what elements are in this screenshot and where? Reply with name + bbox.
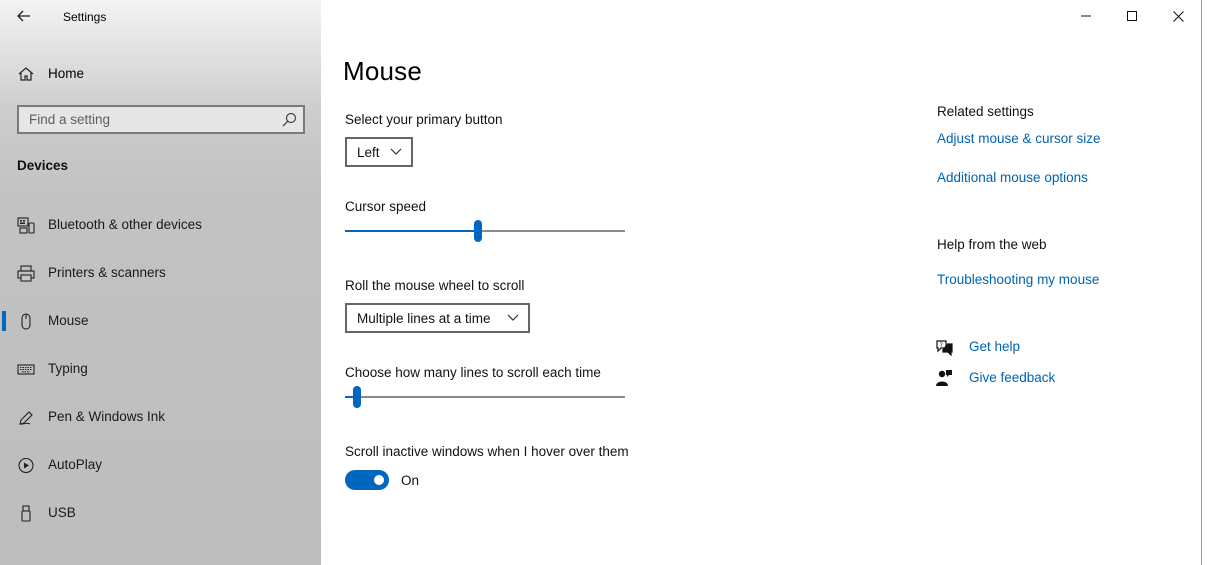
sidebar-item-label: Typing: [48, 361, 88, 376]
inactive-scroll-toggle[interactable]: [345, 470, 389, 490]
toggle-state-text: On: [401, 473, 420, 488]
usb-icon: [21, 505, 31, 522]
bluetooth-devices-icon: [17, 217, 35, 234]
main-content: Mouse Select your primary button Left Cu…: [321, 0, 1201, 565]
dropdown-value: Multiple lines at a time: [357, 310, 491, 326]
adjust-cursor-size-link[interactable]: Adjust mouse & cursor size: [937, 131, 1101, 146]
scroll-lines-slider[interactable]: [345, 385, 625, 409]
sidebar-item-label: Home: [48, 66, 85, 81]
search-icon[interactable]: [281, 112, 297, 128]
close-button[interactable]: [1155, 0, 1201, 32]
scroll-mode-dropdown[interactable]: Multiple lines at a time: [345, 303, 530, 333]
keyboard-icon: [17, 364, 35, 375]
related-settings-title: Related settings: [937, 104, 1034, 119]
give-feedback-row[interactable]: Give feedback: [935, 368, 1155, 388]
primary-button-dropdown[interactable]: Left: [345, 137, 413, 167]
dropdown-value: Left: [357, 144, 380, 160]
sidebar-item-label: AutoPlay: [48, 457, 103, 472]
slider-track: [345, 396, 625, 398]
slider-fill: [345, 230, 479, 232]
chevron-down-icon: [390, 148, 402, 155]
sidebar-item-typing[interactable]: Typing: [0, 349, 321, 389]
additional-mouse-options-link[interactable]: Additional mouse options: [937, 170, 1088, 185]
sidebar-item-bluetooth[interactable]: Bluetooth & other devices: [0, 205, 321, 245]
slider-thumb[interactable]: [474, 220, 483, 242]
sidebar-item-usb[interactable]: USB: [0, 493, 321, 533]
inactive-scroll-label: Scroll inactive windows when I hover ove…: [345, 444, 629, 459]
sidebar: Settings Home Devices Bluetooth & other …: [0, 0, 321, 565]
scroll-lines-label: Choose how many lines to scroll each tim…: [345, 365, 601, 380]
titlebar-left: Settings: [0, 0, 321, 34]
cursor-speed-label: Cursor speed: [345, 199, 427, 214]
sidebar-item-mouse[interactable]: Mouse: [0, 301, 321, 341]
back-button[interactable]: [10, 4, 38, 28]
svg-text:?: ?: [940, 341, 943, 349]
section-title: Devices: [17, 158, 69, 173]
get-help-row[interactable]: ? Get help: [935, 337, 1155, 357]
back-arrow-icon: [17, 10, 30, 22]
get-help-icon: ?: [936, 340, 953, 356]
search-input[interactable]: [19, 107, 269, 132]
maximize-button[interactable]: [1109, 0, 1155, 32]
printer-icon: [17, 265, 35, 282]
get-help-link[interactable]: Get help: [969, 339, 1020, 354]
home-icon: [18, 67, 34, 81]
pen-icon: [19, 411, 33, 425]
window-controls: [1063, 0, 1201, 32]
close-icon: [1172, 10, 1184, 22]
give-feedback-link[interactable]: Give feedback: [969, 370, 1055, 385]
feedback-icon: [936, 370, 952, 386]
slider-thumb[interactable]: [353, 386, 362, 408]
minimize-button[interactable]: [1063, 0, 1109, 32]
sidebar-item-label: Bluetooth & other devices: [48, 217, 202, 232]
scroll-mode-label: Roll the mouse wheel to scroll: [345, 278, 525, 293]
help-from-web-title: Help from the web: [937, 237, 1047, 252]
selection-indicator: [2, 311, 6, 331]
troubleshooting-link[interactable]: Troubleshooting my mouse: [937, 272, 1099, 287]
autoplay-icon: [18, 457, 34, 474]
sidebar-item-label: Mouse: [48, 313, 89, 328]
sidebar-item-printers[interactable]: Printers & scanners: [0, 253, 321, 293]
page-title: Mouse: [343, 56, 423, 86]
mouse-icon: [21, 313, 31, 330]
sidebar-item-autoplay[interactable]: AutoPlay: [0, 445, 321, 485]
maximize-icon: [1127, 11, 1137, 21]
toggle-knob: [374, 475, 384, 485]
sidebar-item-label: Printers & scanners: [48, 265, 166, 280]
search-box[interactable]: [17, 105, 305, 134]
app-title: Settings: [63, 10, 107, 24]
window-edge: [1201, 0, 1207, 565]
sidebar-item-pen[interactable]: Pen & Windows Ink: [0, 397, 321, 437]
primary-button-label: Select your primary button: [345, 112, 503, 127]
minimize-icon: [1081, 15, 1091, 17]
cursor-speed-slider[interactable]: [345, 219, 625, 243]
sidebar-item-label: Pen & Windows Ink: [48, 409, 166, 424]
sidebar-item-home[interactable]: Home: [0, 58, 321, 90]
chevron-down-icon: [507, 314, 519, 321]
sidebar-item-label: USB: [48, 505, 76, 520]
